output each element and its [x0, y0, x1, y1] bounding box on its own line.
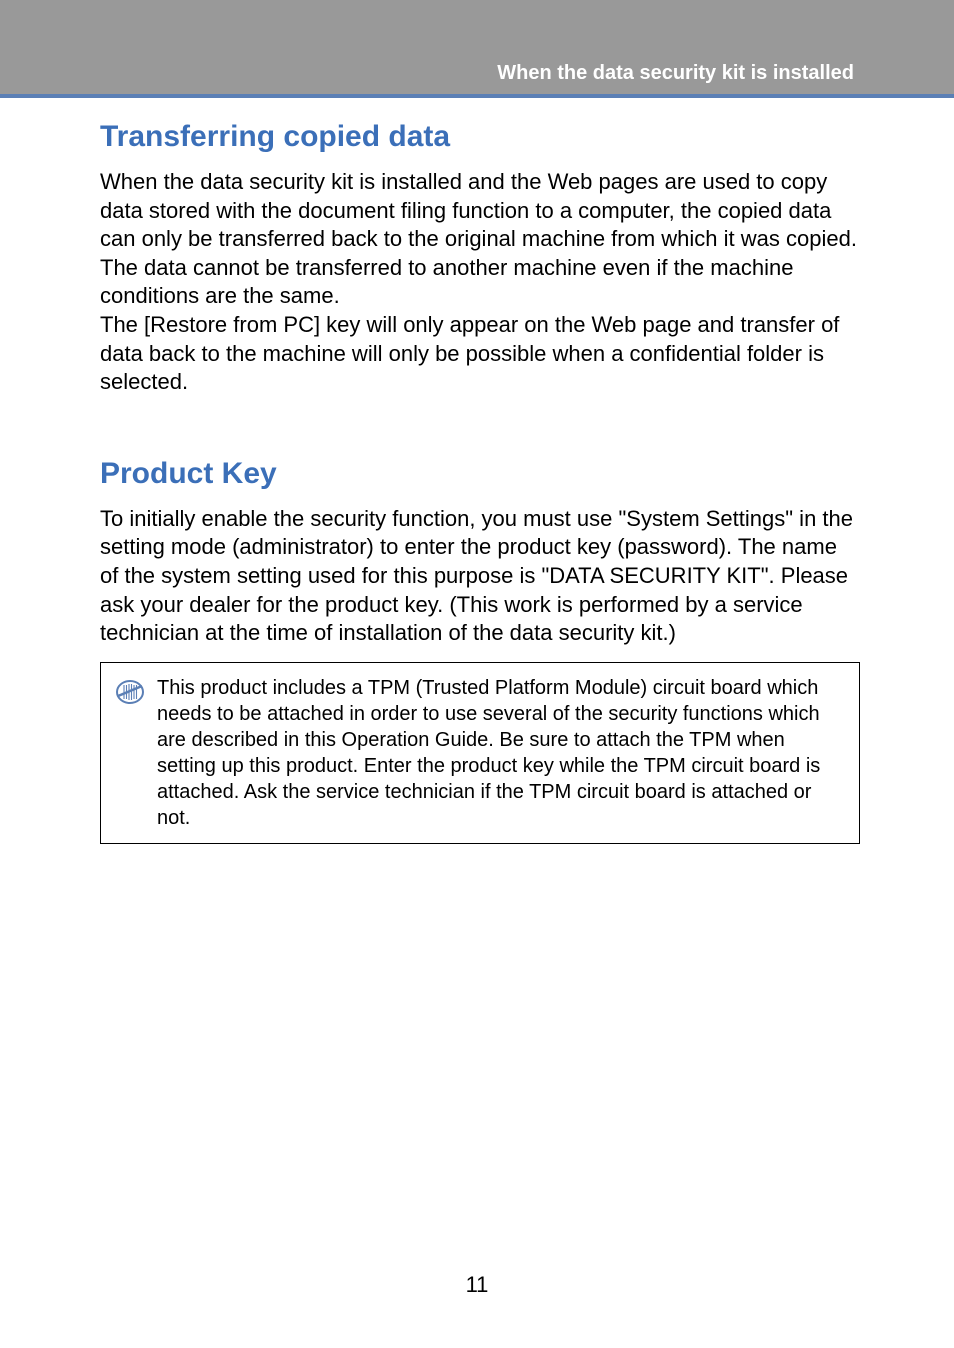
note-icon	[115, 677, 145, 707]
content-area: Transferring copied data When the data s…	[100, 120, 860, 844]
header-bar: When the data security kit is installed	[0, 0, 954, 94]
body-paragraph: To initially enable the security functio…	[100, 505, 860, 648]
body-paragraph: The [Restore from PC] key will only appe…	[100, 311, 860, 397]
note-icon-wrap	[115, 675, 157, 712]
document-page: When the data security kit is installed …	[0, 0, 954, 1348]
section-product-key: Product Key To initially enable the secu…	[100, 457, 860, 844]
header-divider	[0, 94, 954, 98]
page-number: 11	[0, 1272, 954, 1298]
body-paragraph: When the data security kit is installed …	[100, 168, 860, 254]
section-transferring: Transferring copied data When the data s…	[100, 120, 860, 397]
header-title: When the data security kit is installed	[497, 62, 854, 85]
note-text: This product includes a TPM (Trusted Pla…	[157, 675, 845, 831]
note-box: This product includes a TPM (Trusted Pla…	[100, 662, 860, 844]
section-heading-product-key: Product Key	[100, 457, 860, 491]
section-heading-transferring: Transferring copied data	[100, 120, 860, 154]
body-paragraph: The data cannot be transferred to anothe…	[100, 254, 860, 311]
